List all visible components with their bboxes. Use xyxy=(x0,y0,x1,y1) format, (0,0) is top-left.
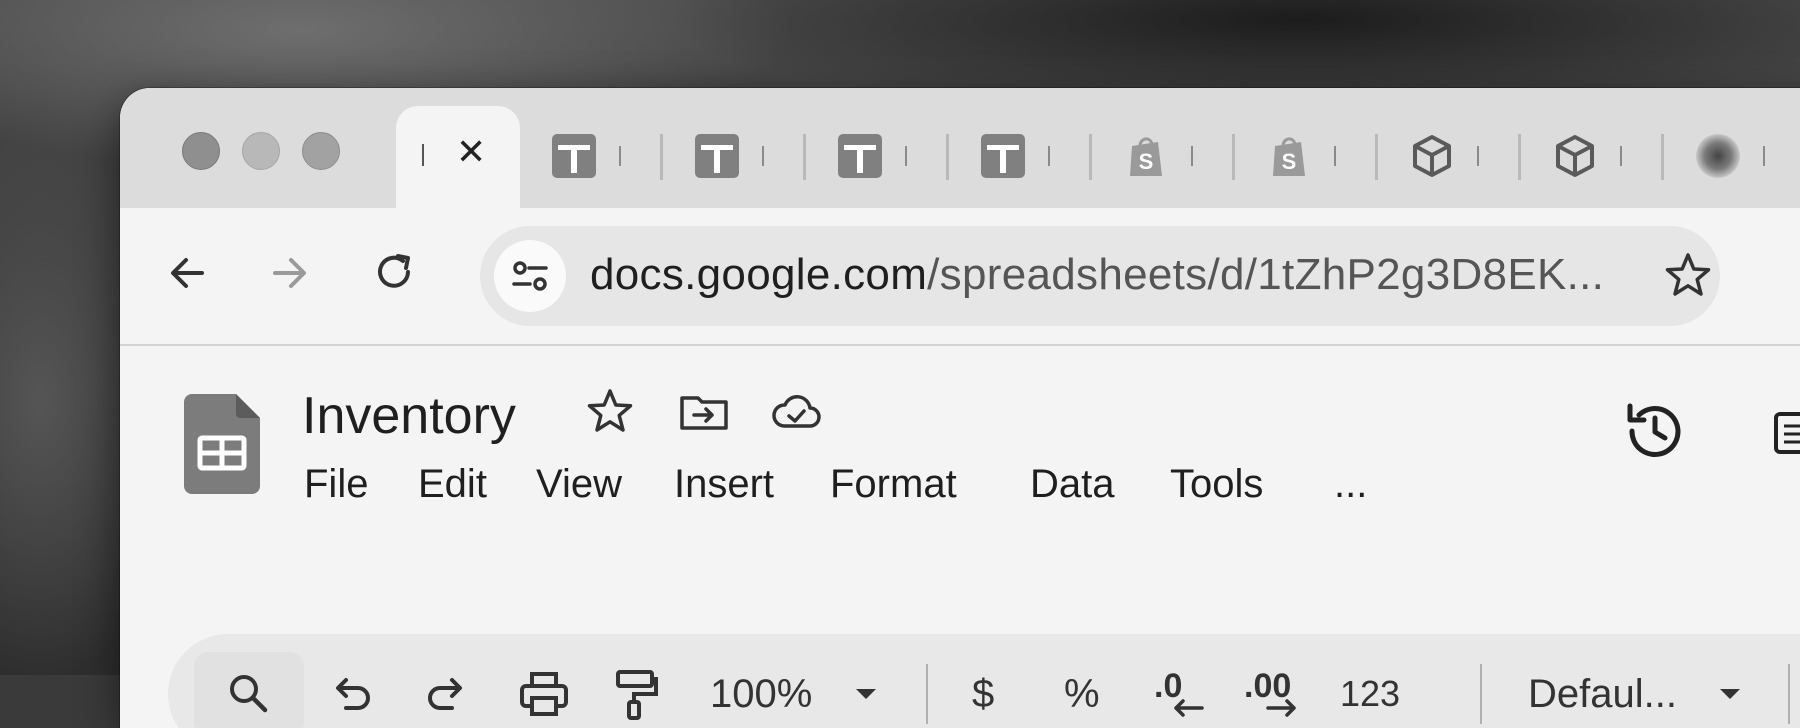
undo-icon[interactable] xyxy=(324,666,380,722)
sheets-plus-icon xyxy=(838,134,882,178)
reload-icon[interactable] xyxy=(370,248,420,298)
box-icon xyxy=(1556,135,1594,177)
menu-insert[interactable]: Insert xyxy=(674,462,774,507)
url-text[interactable]: docs.google.com/spreadsheets/d/1tZhP2g3D… xyxy=(590,250,1604,300)
menu-data[interactable]: Data xyxy=(1030,462,1115,507)
tab-sheets-1[interactable] xyxy=(520,106,663,190)
svg-text:S: S xyxy=(1139,149,1154,174)
cloud-saved-icon[interactable] xyxy=(768,384,824,440)
star-document-icon[interactable] xyxy=(582,384,638,440)
tab-shopify-1[interactable]: S xyxy=(1092,106,1235,190)
svg-text:S: S xyxy=(1282,149,1297,174)
tab-close-icon[interactable]: ✕ xyxy=(456,134,486,170)
tab-shopify-2[interactable]: S xyxy=(1235,106,1378,190)
site-info-button[interactable] xyxy=(494,240,566,312)
window-minimize-button[interactable] xyxy=(242,132,280,170)
address-bar[interactable]: docs.google.com/spreadsheets/d/1tZhP2g3D… xyxy=(480,226,1720,326)
url-domain: docs.google.com xyxy=(590,250,928,299)
sheets-app: Inventory File Edit View Insert Format D… xyxy=(120,346,1800,728)
window-maximize-button[interactable] xyxy=(302,132,340,170)
arrow-left-icon xyxy=(1174,699,1204,717)
format-toolbar: 100% $ % .0 .00 123 Defaul... xyxy=(168,634,1800,728)
tab-title-stub xyxy=(1620,146,1622,166)
menu-edit[interactable]: Edit xyxy=(418,462,487,507)
paint-format-icon[interactable] xyxy=(606,666,662,722)
sheets-logo-icon[interactable] xyxy=(184,394,260,494)
currency-format-button[interactable]: $ xyxy=(972,666,994,722)
menu-view[interactable]: View xyxy=(536,462,622,507)
tab-title-stub xyxy=(1048,146,1050,166)
browser-window: ✕ S S docs.google.com/spreadsheets/d/1tZ… xyxy=(120,88,1800,728)
tune-icon xyxy=(512,261,548,291)
font-dropdown-icon[interactable] xyxy=(1710,674,1750,714)
zoom-dropdown-icon[interactable] xyxy=(846,674,886,714)
comments-icon[interactable] xyxy=(1770,408,1800,458)
back-arrow-icon[interactable] xyxy=(162,248,212,298)
sheets-plus-icon xyxy=(552,134,596,178)
tab-title-stub xyxy=(905,146,907,166)
font-family-select[interactable]: Defaul... xyxy=(1528,666,1677,722)
arrow-right-icon xyxy=(1266,699,1296,717)
document-title[interactable]: Inventory xyxy=(302,386,516,446)
toolbar-divider xyxy=(1480,664,1482,724)
more-formats-button[interactable]: 123 xyxy=(1340,666,1400,722)
version-history-icon[interactable] xyxy=(1620,396,1690,466)
tab-sheets-4[interactable] xyxy=(949,106,1092,190)
tab-sheets-2[interactable] xyxy=(663,106,806,190)
search-icon xyxy=(230,675,268,713)
tab-title-stub xyxy=(422,144,424,166)
sheets-plus-icon xyxy=(695,134,739,178)
menu-tools[interactable]: Tools xyxy=(1170,462,1263,507)
url-path: /spreadsheets/d/1tZhP2g3D8EK... xyxy=(927,250,1605,299)
tab-title-stub xyxy=(1763,146,1765,166)
shopify-bag-icon: S xyxy=(1130,137,1162,176)
tab-box-2[interactable] xyxy=(1521,106,1664,190)
window-close-button[interactable] xyxy=(182,132,220,170)
tab-title-stub xyxy=(762,146,764,166)
tab-strip: ✕ S S xyxy=(120,88,1800,210)
redo-icon[interactable] xyxy=(418,666,474,722)
forward-arrow-icon[interactable] xyxy=(265,248,315,298)
print-icon[interactable] xyxy=(516,666,572,722)
tab-title-stub xyxy=(1477,146,1479,166)
menu-format[interactable]: Format xyxy=(830,462,957,507)
percent-format-button[interactable]: % xyxy=(1064,666,1100,722)
bookmark-star-icon[interactable] xyxy=(1660,248,1716,304)
tab-active[interactable]: ✕ xyxy=(396,106,520,210)
shopify-bag-icon: S xyxy=(1273,137,1305,176)
search-menus-button[interactable] xyxy=(194,652,304,728)
move-folder-icon[interactable] xyxy=(676,384,732,440)
toolbar-divider xyxy=(926,664,928,724)
menu-more[interactable]: ... xyxy=(1334,462,1367,507)
tab-profile[interactable] xyxy=(1664,106,1800,190)
menu-file[interactable]: File xyxy=(304,462,368,507)
toolbar-divider xyxy=(1788,664,1790,724)
side-panel-icon[interactable] xyxy=(1792,248,1800,308)
blurred-avatar-icon xyxy=(1696,134,1740,178)
box-icon xyxy=(1413,135,1451,177)
tab-title-stub xyxy=(1191,146,1193,166)
tab-box-1[interactable] xyxy=(1378,106,1521,190)
tab-title-stub xyxy=(619,146,621,166)
zoom-value[interactable]: 100% xyxy=(710,666,812,722)
tab-sheets-3[interactable] xyxy=(806,106,949,190)
sheets-plus-icon xyxy=(981,134,1025,178)
tab-title-stub xyxy=(1334,146,1336,166)
